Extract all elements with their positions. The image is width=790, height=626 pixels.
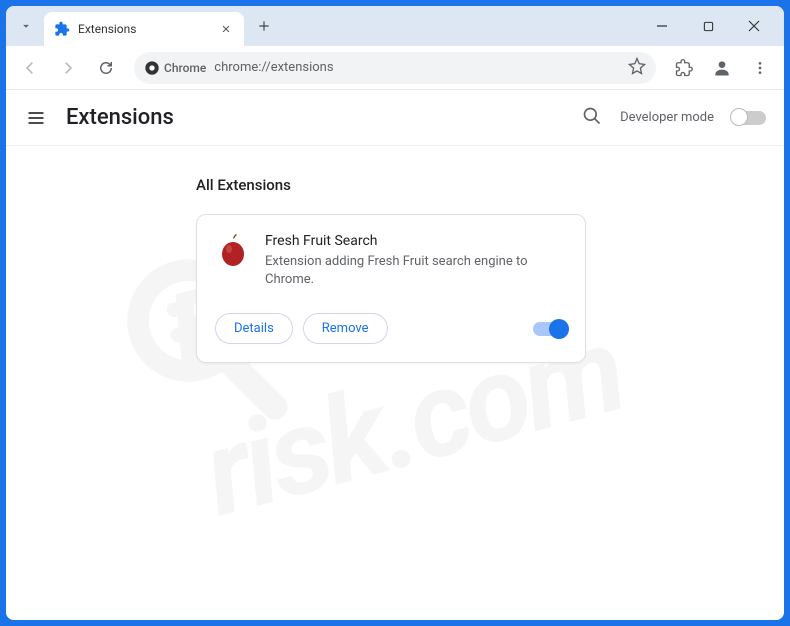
toggle-knob [549, 319, 569, 339]
profile-button[interactable] [706, 52, 738, 84]
hamburger-menu-button[interactable] [24, 106, 48, 130]
minimize-button[interactable] [648, 12, 676, 40]
extension-card: Fresh Fruit Search Extension adding Fres… [196, 214, 586, 363]
tab-close-button[interactable] [218, 21, 234, 37]
section-title: All Extensions [196, 176, 754, 194]
apple-icon [215, 233, 251, 269]
extensions-button[interactable] [668, 52, 700, 84]
chrome-icon: Chrome [144, 60, 206, 76]
extensions-body: All Extensions Fresh Fruit Search Extens… [6, 146, 784, 393]
extension-description: Extension adding Fresh Fruit search engi… [265, 253, 567, 289]
new-tab-button[interactable] [250, 12, 278, 40]
forward-button[interactable] [52, 52, 84, 84]
browser-tab[interactable]: Extensions [44, 12, 244, 46]
browser-window: Extensions [6, 6, 784, 620]
reload-button[interactable] [90, 52, 122, 84]
window-controls [648, 12, 778, 40]
address-bar[interactable]: Chrome chrome://extensions [134, 52, 656, 84]
site-label: Chrome [164, 61, 206, 75]
details-button[interactable]: Details [215, 313, 293, 344]
remove-button[interactable]: Remove [303, 313, 388, 344]
titlebar: Extensions [6, 6, 784, 46]
maximize-button[interactable] [694, 12, 722, 40]
back-button[interactable] [14, 52, 46, 84]
page-title: Extensions [66, 105, 174, 130]
extension-enable-toggle[interactable] [533, 322, 567, 336]
page-content: PC risk.com Extensions Developer mode Al… [6, 90, 784, 620]
developer-mode-toggle[interactable] [732, 111, 766, 125]
bookmark-star-icon[interactable] [628, 57, 646, 79]
developer-mode-label: Developer mode [620, 110, 714, 125]
toolbar: Chrome chrome://extensions [6, 46, 784, 90]
tab-title: Extensions [78, 22, 210, 36]
search-extensions-button[interactable] [582, 106, 602, 130]
url-text: chrome://extensions [214, 60, 620, 75]
tab-search-button[interactable] [12, 12, 40, 40]
close-window-button[interactable] [740, 12, 768, 40]
extensions-header: Extensions Developer mode [6, 90, 784, 146]
menu-button[interactable] [744, 52, 776, 84]
puzzle-icon [54, 21, 70, 37]
toggle-knob [730, 108, 748, 126]
extension-name: Fresh Fruit Search [265, 233, 567, 249]
